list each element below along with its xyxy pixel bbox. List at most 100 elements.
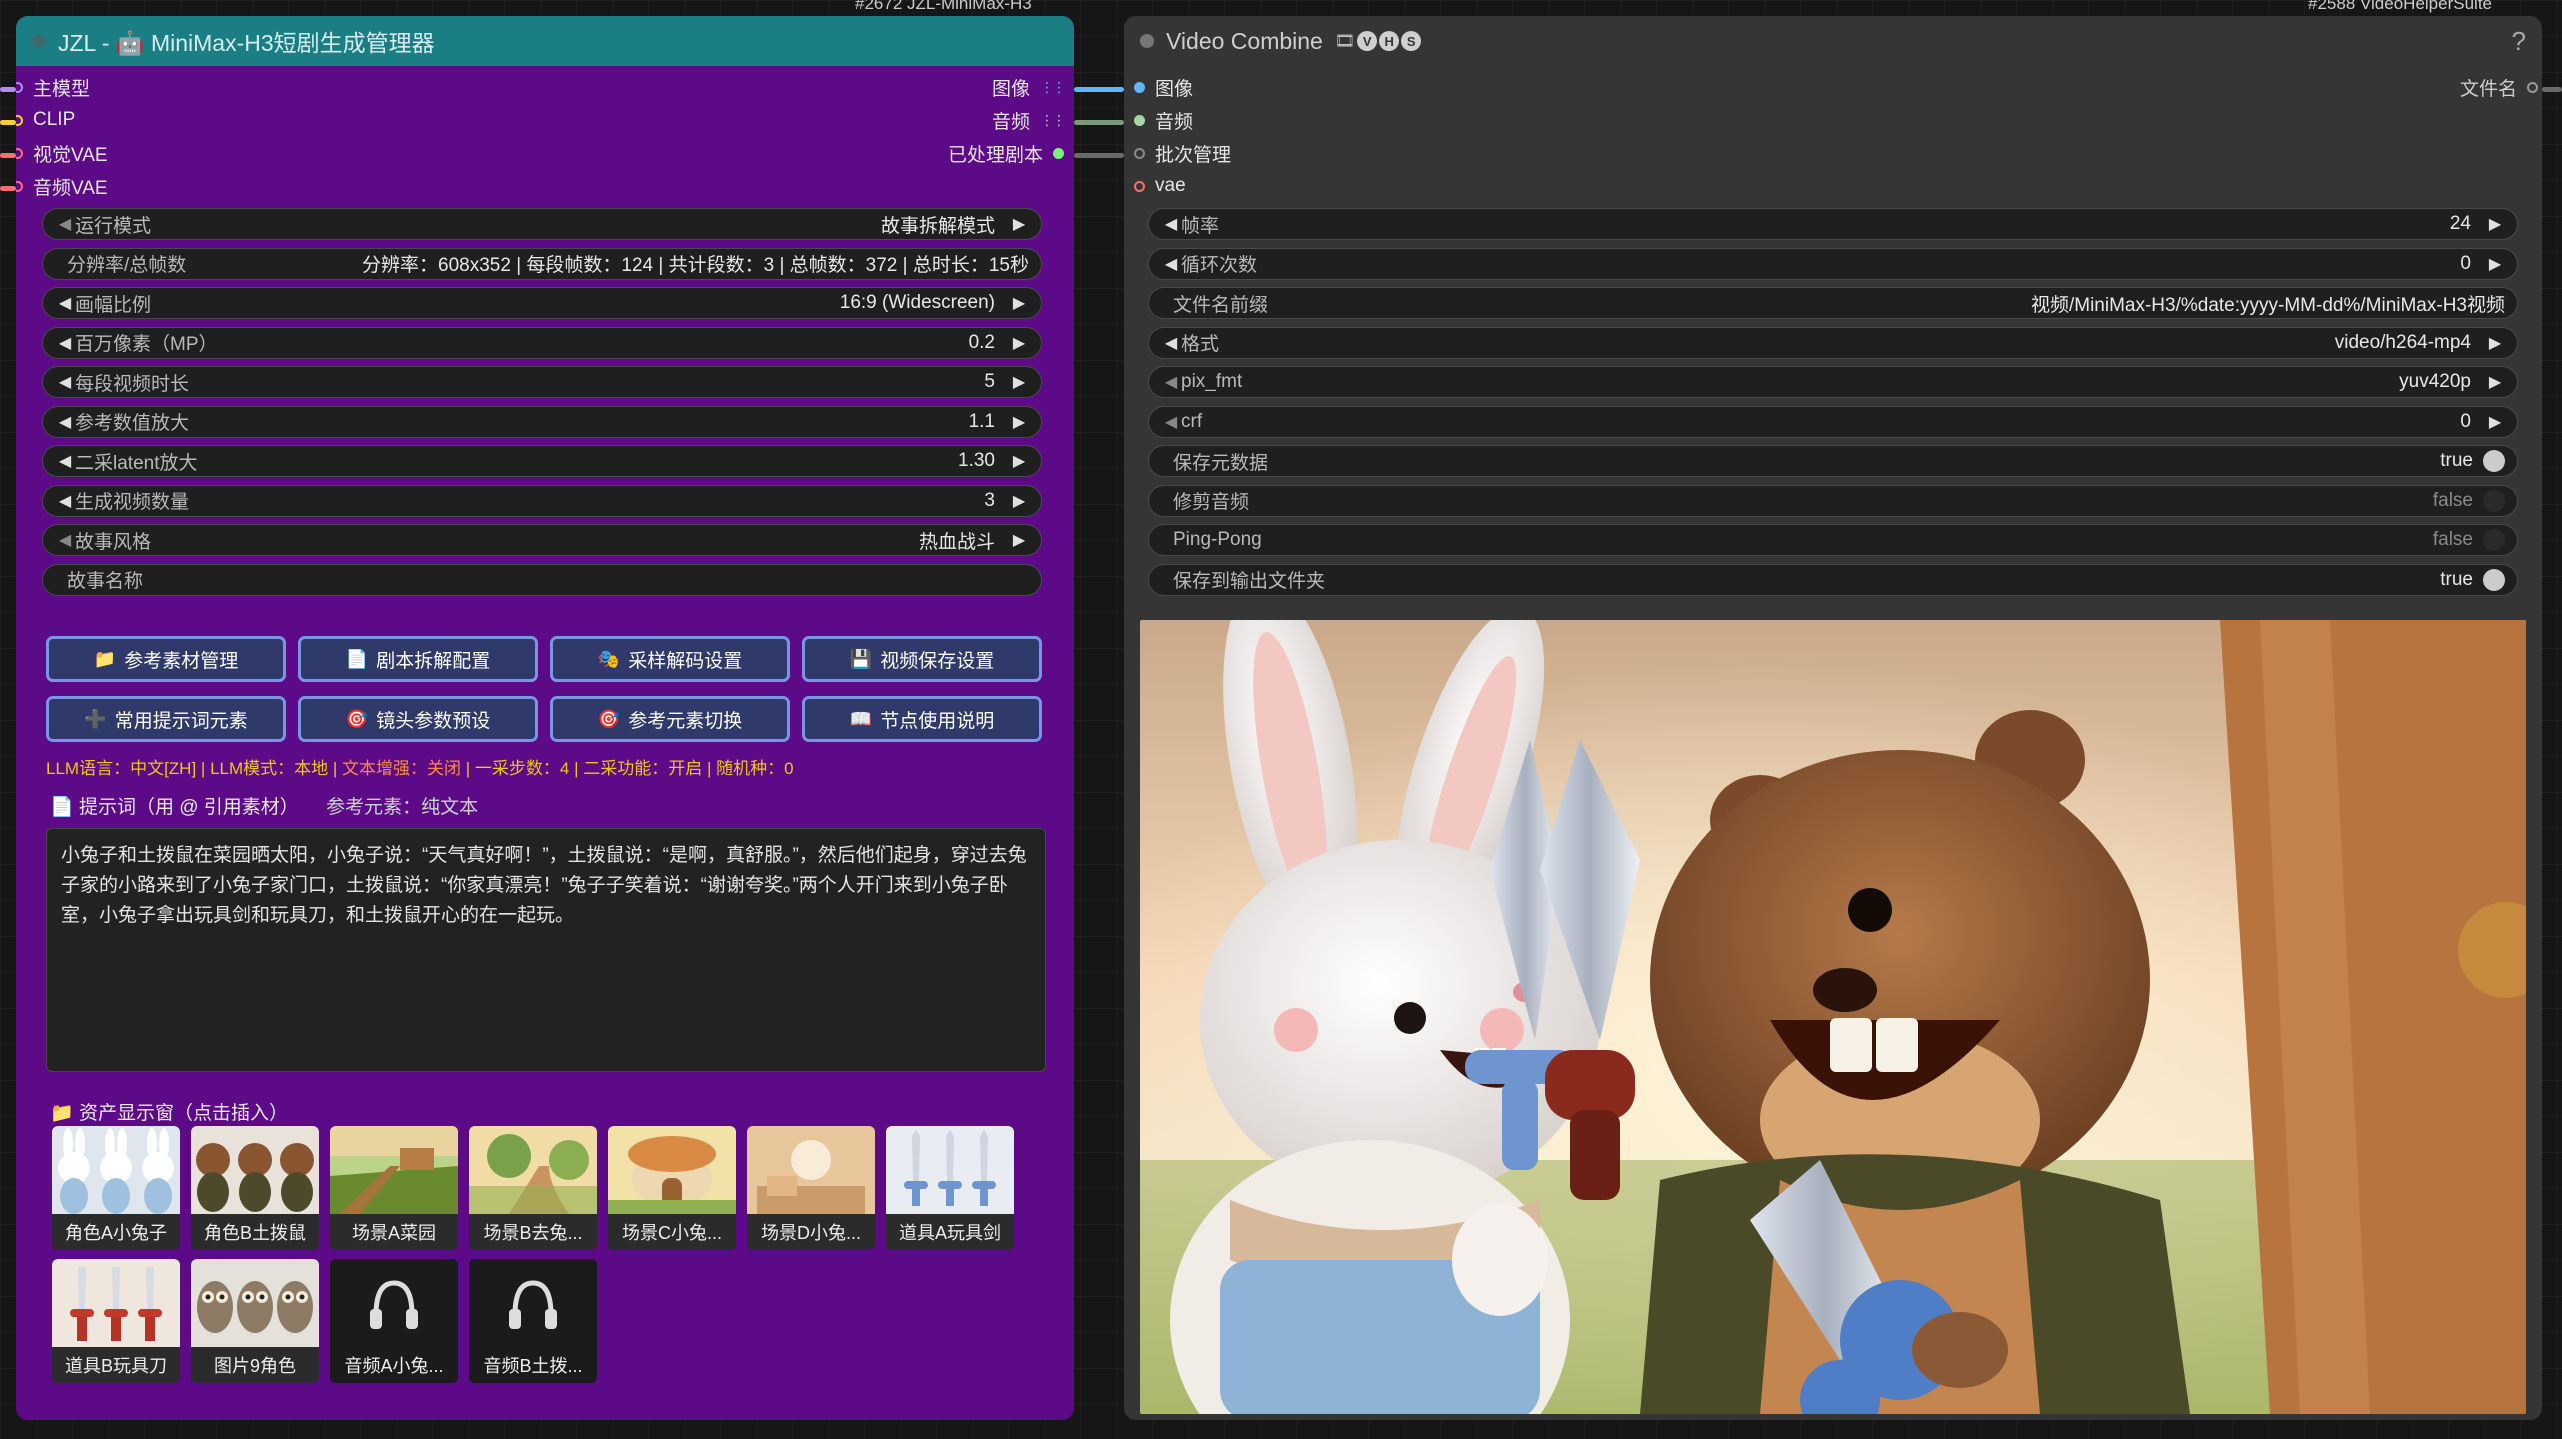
video-combine-node[interactable]: Video Combine 🎞 VHS ? 图像 音频 批次管理 vae 文件名 ◀ 帧率… (1124, 16, 2542, 1420)
node-b-titlebar[interactable]: Video Combine 🎞 VHS ? (1124, 16, 2542, 66)
socket-dot[interactable] (1134, 147, 1145, 159)
asset-tile[interactable]: 场景D小兔... (747, 1126, 875, 1250)
socket-dot[interactable] (2527, 81, 2538, 93)
asset-tile[interactable]: 角色A小兔子 (52, 1126, 180, 1250)
output-socket[interactable]: 已处理剧本 (948, 138, 1064, 168)
asset-tile[interactable]: 音频A小兔... (330, 1259, 458, 1383)
input-socket[interactable]: 批次管理 (1134, 138, 1231, 168)
asset-tile[interactable]: 道具B玩具刀 (52, 1259, 180, 1383)
input-socket[interactable]: 视觉VAE (16, 138, 108, 168)
increment-arrow-icon[interactable]: ▶ (1009, 451, 1029, 471)
socket-dot[interactable] (16, 114, 23, 126)
action-button[interactable]: 🎯 参考元素切换 (550, 696, 790, 742)
asset-tile[interactable]: 场景C小兔... (608, 1126, 736, 1250)
increment-arrow-icon[interactable]: ▶ (2485, 214, 2505, 234)
output-socket[interactable]: 图像 ⋮⋮ (992, 72, 1066, 102)
widget-row[interactable]: ◀ 每段视频时长 5 ▶ (42, 366, 1042, 398)
increment-arrow-icon[interactable]: ▶ (2485, 333, 2505, 353)
help-icon[interactable]: ? (2512, 26, 2526, 57)
socket-dot[interactable] (1134, 180, 1145, 192)
input-socket[interactable]: CLIP (16, 105, 75, 135)
socket-dot[interactable] (1134, 114, 1145, 126)
action-button[interactable]: 📁 参考素材管理 (46, 636, 286, 682)
toggle-knob[interactable] (2483, 450, 2505, 472)
input-socket[interactable]: 音频VAE (16, 171, 108, 201)
socket-dot[interactable] (16, 180, 23, 192)
widget-row[interactable]: ◀ pix_fmt yuv420p ▶ (1148, 366, 2518, 398)
decrement-arrow-icon[interactable]: ◀ (55, 293, 75, 313)
output-socket[interactable]: 文件名 (2460, 72, 2538, 102)
socket-dot[interactable]: ⋮⋮ (1040, 79, 1066, 96)
widget-row[interactable]: ◀ 二采latent放大 1.30 ▶ (42, 445, 1042, 477)
socket-dot[interactable] (1134, 81, 1145, 93)
widget-row[interactable]: ◀ 故事风格 热血战斗 ▶ (42, 524, 1042, 556)
decrement-arrow-icon[interactable]: ◀ (55, 214, 75, 234)
decrement-arrow-icon[interactable]: ◀ (1161, 214, 1181, 234)
increment-arrow-icon[interactable]: ▶ (1009, 214, 1029, 234)
minimax-manager-node[interactable]: JZL - 🤖 MiniMax-H3短剧生成管理器 主模型 CLIP 视觉VAE 音频… (16, 16, 1074, 1420)
node-a-titlebar[interactable]: JZL - 🤖 MiniMax-H3短剧生成管理器 (16, 16, 1074, 66)
decrement-arrow-icon[interactable]: ◀ (55, 333, 75, 353)
widget-row[interactable]: ◀ 运行模式 故事拆解模式 ▶ (42, 208, 1042, 240)
action-button[interactable]: ➕ 常用提示词元素 (46, 696, 286, 742)
prompt-textarea[interactable]: 小兔子和土拨鼠在菜园晒太阳，小兔子说：“天气真好啊！”，土拨鼠说：“是啊，真舒服… (46, 828, 1046, 1072)
socket-dot[interactable] (16, 81, 23, 93)
increment-arrow-icon[interactable]: ▶ (1009, 491, 1029, 511)
input-socket[interactable]: 主模型 (16, 72, 90, 102)
decrement-arrow-icon[interactable]: ◀ (55, 451, 75, 471)
collapse-dot[interactable] (32, 34, 46, 48)
widget-row[interactable]: 文件名前缀 视频/MiniMax-H3/%date:yyyy-MM-dd%/Min… (1148, 287, 2518, 319)
increment-arrow-icon[interactable]: ▶ (1009, 412, 1029, 432)
asset-tile[interactable]: 道具A玩具剑 (886, 1126, 1014, 1250)
asset-tile[interactable]: 音频B土拨... (469, 1259, 597, 1383)
increment-arrow-icon[interactable]: ▶ (1009, 333, 1029, 353)
toggle-knob[interactable] (2483, 529, 2505, 551)
toggle-knob[interactable] (2483, 568, 2505, 591)
action-button[interactable]: 🎯 镜头参数预设 (298, 696, 538, 742)
asset-tile[interactable]: 图片9角色 (191, 1259, 319, 1383)
increment-arrow-icon[interactable]: ▶ (1009, 293, 1029, 313)
increment-arrow-icon[interactable]: ▶ (2485, 372, 2505, 392)
output-socket[interactable]: 音频 ⋮⋮ (992, 105, 1066, 135)
input-socket[interactable]: 音频 (1134, 105, 1193, 135)
decrement-arrow-icon[interactable]: ◀ (55, 372, 75, 392)
input-socket[interactable]: 图像 (1134, 72, 1193, 102)
socket-dot[interactable] (1053, 147, 1064, 159)
decrement-arrow-icon[interactable]: ◀ (1161, 254, 1181, 274)
collapse-dot[interactable] (1140, 34, 1154, 48)
widget-row[interactable]: 分辨率/总帧数 分辨率：608x352 | 每段帧数：124 | 共计段数：3 |… (42, 247, 1042, 280)
decrement-arrow-icon[interactable]: ◀ (55, 491, 75, 511)
action-button[interactable]: 💾 视频保存设置 (802, 636, 1042, 682)
widget-row[interactable]: 修剪音频 false (1148, 484, 2518, 517)
widget-row[interactable]: 保存到输出文件夹 true (1148, 563, 2518, 596)
asset-tile[interactable]: 角色B土拨鼠 (191, 1126, 319, 1250)
widget-row[interactable]: ◀ 画幅比例 16:9 (Widescreen) ▶ (42, 287, 1042, 319)
decrement-arrow-icon[interactable]: ◀ (1161, 372, 1181, 392)
asset-tile[interactable]: 场景A菜园 (330, 1126, 458, 1250)
decrement-arrow-icon[interactable]: ◀ (1161, 333, 1181, 353)
socket-dot[interactable] (16, 147, 23, 159)
widget-row[interactable]: ◀ 格式 video/h264-mp4 ▶ (1148, 326, 2518, 359)
decrement-arrow-icon[interactable]: ◀ (1161, 412, 1181, 432)
widget-row[interactable]: Ping-Pong false (1148, 524, 2518, 556)
widget-row[interactable]: 故事名称 (42, 563, 1042, 596)
decrement-arrow-icon[interactable]: ◀ (55, 530, 75, 550)
socket-dot[interactable]: ⋮⋮ (1040, 112, 1066, 129)
increment-arrow-icon[interactable]: ▶ (1009, 530, 1029, 550)
increment-arrow-icon[interactable]: ▶ (2485, 254, 2505, 274)
toggle-knob[interactable] (2483, 489, 2505, 512)
widget-row[interactable]: ◀ 参考数值放大 1.1 ▶ (42, 405, 1042, 438)
widget-row[interactable]: ◀ 帧率 24 ▶ (1148, 208, 2518, 240)
increment-arrow-icon[interactable]: ▶ (2485, 412, 2505, 432)
action-button[interactable]: 🎭 采样解码设置 (550, 636, 790, 682)
action-button[interactable]: 📄 剧本拆解配置 (298, 636, 538, 682)
increment-arrow-icon[interactable]: ▶ (1009, 372, 1029, 392)
asset-tile[interactable]: 场景B去兔... (469, 1126, 597, 1250)
decrement-arrow-icon[interactable]: ◀ (55, 412, 75, 432)
widget-row[interactable]: ◀ 循环次数 0 ▶ (1148, 247, 2518, 280)
widget-row[interactable]: 保存元数据 true (1148, 445, 2518, 477)
widget-row[interactable]: ◀ crf 0 ▶ (1148, 405, 2518, 438)
video-preview[interactable] (1140, 620, 2526, 1414)
widget-row[interactable]: ◀ 百万像素（MP） 0.2 ▶ (42, 326, 1042, 359)
action-button[interactable]: 📖 节点使用说明 (802, 696, 1042, 742)
